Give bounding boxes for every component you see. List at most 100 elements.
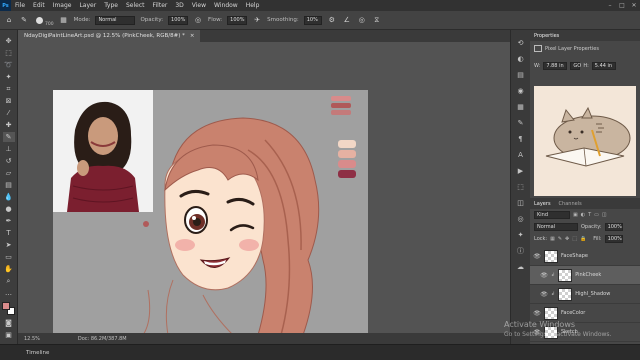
angle-icon[interactable]: ∠: [342, 15, 352, 25]
adjustments-icon[interactable]: ◐: [516, 54, 526, 64]
close-document-icon[interactable]: ×: [190, 33, 195, 39]
maximize-button[interactable]: □: [616, 2, 628, 9]
actions-icon[interactable]: ▶: [516, 166, 526, 176]
document-tab[interactable]: NdayDigiPaintLineArt.psd @ 12.5% (PinkCh…: [18, 30, 201, 42]
menu-type[interactable]: Type: [100, 2, 122, 9]
cloud-icon[interactable]: ☁: [516, 262, 526, 272]
symmetry-icon[interactable]: ⧖: [372, 15, 382, 25]
brush-tool-icon-side[interactable]: ✎: [2, 132, 15, 142]
lasso-tool-icon[interactable]: ➰: [3, 60, 15, 70]
channels-icon[interactable]: ◎: [516, 214, 526, 224]
menu-filter[interactable]: Filter: [149, 2, 172, 9]
crop-tool-icon[interactable]: ⌗: [3, 84, 15, 94]
smoothing-options-icon[interactable]: ⚙: [327, 15, 337, 25]
dodge-tool-icon[interactable]: ●: [3, 204, 15, 214]
document-canvas[interactable]: [53, 90, 368, 335]
move-tool-icon[interactable]: ✥: [3, 36, 15, 46]
lock-paint-icon[interactable]: ✎: [558, 236, 562, 242]
color-icon[interactable]: ◉: [516, 86, 526, 96]
marquee-tool-icon[interactable]: ⬚: [3, 48, 15, 58]
lock-position-icon[interactable]: ✥: [565, 236, 569, 242]
quick-select-tool-icon[interactable]: ✦: [3, 72, 15, 82]
blur-tool-icon[interactable]: 💧: [3, 192, 15, 202]
timeline-tab[interactable]: Timeline: [26, 350, 49, 356]
menu-3d[interactable]: 3D: [171, 2, 187, 9]
libraries-icon[interactable]: ▤: [516, 70, 526, 80]
smoothing-field[interactable]: 10%: [303, 15, 322, 25]
pressure-opacity-icon[interactable]: ◎: [193, 15, 203, 25]
menu-help[interactable]: Help: [242, 2, 264, 9]
visibility-eye-icon[interactable]: 👁: [540, 272, 548, 279]
brush-preset-icon[interactable]: [34, 15, 44, 25]
layer-name[interactable]: Highl_Shadow: [575, 291, 610, 297]
shape-tool-icon[interactable]: ▭: [3, 252, 15, 262]
filter-type-icon[interactable]: T: [588, 212, 591, 218]
lock-all-icon[interactable]: 🔒: [580, 236, 586, 242]
pressure-size-icon[interactable]: ◎: [357, 15, 367, 25]
pen-tool-icon[interactable]: ✒: [3, 216, 15, 226]
eyedropper-tool-icon[interactable]: ⁄: [3, 108, 15, 118]
color-swatches[interactable]: [1, 302, 16, 316]
opacity-field[interactable]: 100%: [168, 15, 189, 25]
layer-name[interactable]: FaceShape: [561, 253, 588, 259]
visibility-eye-icon[interactable]: 👁: [533, 253, 541, 260]
height-field[interactable]: 5.44 in: [591, 62, 616, 70]
foreground-color-swatch[interactable]: [1, 302, 10, 310]
navigator-icon[interactable]: ⬚: [516, 182, 526, 192]
healing-tool-icon[interactable]: ✚: [3, 120, 15, 130]
menu-image[interactable]: Image: [49, 2, 76, 9]
blend-mode-select[interactable]: Normal: [534, 223, 578, 231]
paragraph-icon[interactable]: ¶: [516, 134, 526, 144]
brush-tool-icon[interactable]: ✎: [19, 15, 29, 25]
brushes-icon[interactable]: ✎: [516, 118, 526, 128]
layer-comps-icon[interactable]: ◫: [516, 198, 526, 208]
menu-layer[interactable]: Layer: [75, 2, 100, 9]
quick-mask-icon[interactable]: ◙: [3, 318, 15, 328]
close-window-button[interactable]: ✕: [628, 2, 640, 9]
link-dimensions-button[interactable]: GO: [570, 62, 581, 70]
layer-row[interactable]: 👁 FaceShape: [530, 247, 640, 266]
lock-artboard-icon[interactable]: ⬚: [572, 236, 577, 242]
tab-channels[interactable]: Channels: [559, 201, 582, 207]
gradient-tool-icon[interactable]: ▤: [3, 180, 15, 190]
frame-tool-icon[interactable]: ⊠: [3, 96, 15, 106]
more-tools-icon[interactable]: …: [3, 288, 15, 298]
zoom-level[interactable]: 12.5%: [24, 336, 40, 342]
visibility-eye-icon[interactable]: 👁: [533, 310, 541, 317]
lock-pixels-icon[interactable]: ▦: [550, 236, 555, 242]
eraser-tool-icon[interactable]: ▱: [3, 168, 15, 178]
menu-select[interactable]: Select: [122, 2, 149, 9]
character-icon[interactable]: A: [516, 150, 526, 160]
info-icon[interactable]: ⓘ: [516, 246, 526, 256]
screen-mode-icon[interactable]: ▣: [3, 330, 15, 340]
layer-filter-kind[interactable]: Kind: [534, 211, 570, 219]
brush-settings-icon[interactable]: ▦: [59, 15, 69, 25]
menu-window[interactable]: Window: [210, 2, 242, 9]
tab-layers[interactable]: Layers: [534, 201, 551, 207]
filter-shape-icon[interactable]: ▭: [594, 212, 599, 218]
menu-file[interactable]: File: [11, 2, 29, 9]
flow-field[interactable]: 100%: [227, 15, 248, 25]
type-tool-icon[interactable]: T: [3, 228, 15, 238]
zoom-tool-icon[interactable]: ⌕: [3, 276, 15, 286]
hand-tool-icon[interactable]: ✋: [3, 264, 15, 274]
visibility-eye-icon[interactable]: 👁: [540, 291, 548, 298]
layer-opacity-field[interactable]: 100%: [604, 223, 623, 231]
clone-stamp-tool-icon[interactable]: ⊥: [3, 144, 15, 154]
fill-field[interactable]: 100%: [604, 235, 623, 243]
filter-smart-icon[interactable]: ◫: [602, 212, 607, 218]
layer-name[interactable]: FaceColor: [561, 310, 585, 316]
airbrush-icon[interactable]: ✈: [252, 15, 262, 25]
history-brush-tool-icon[interactable]: ↺: [3, 156, 15, 166]
tab-properties[interactable]: Properties: [534, 33, 559, 39]
menu-edit[interactable]: Edit: [29, 2, 49, 9]
filter-pixel-icon[interactable]: ▣: [573, 212, 578, 218]
history-icon[interactable]: ⟲: [516, 38, 526, 48]
minimize-button[interactable]: –: [604, 2, 616, 9]
swatches-icon[interactable]: ▦: [516, 102, 526, 112]
path-select-tool-icon[interactable]: ➤: [3, 240, 15, 250]
mode-select[interactable]: Normal: [95, 15, 136, 25]
layer-row-selected[interactable]: 👁 ↲ PinkCheek: [530, 266, 640, 285]
width-field[interactable]: 7.88 in: [543, 62, 568, 70]
filter-adjust-icon[interactable]: ◐: [581, 212, 585, 218]
